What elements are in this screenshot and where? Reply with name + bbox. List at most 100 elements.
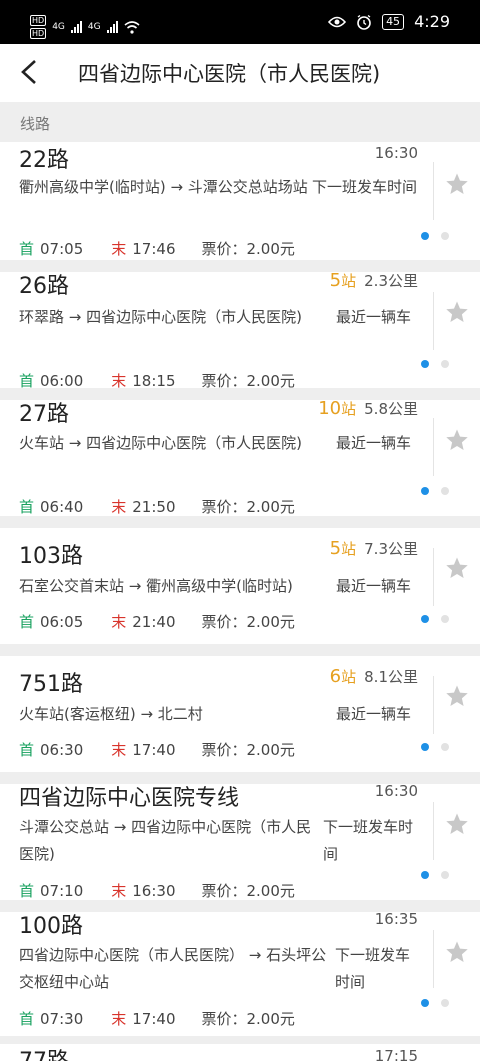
- route-card[interactable]: 103路 5站 7.3公里 石室公交首末站 → 衢州高级中学(临时站) 最近一辆车…: [0, 528, 480, 644]
- page-indicator: [421, 999, 449, 1007]
- route-meta: 16:30: [375, 144, 418, 162]
- section-header: 线路: [0, 102, 480, 142]
- battery-icon: 45: [382, 13, 405, 30]
- route-meta: 5站 7.3公里: [330, 538, 418, 559]
- page-indicator: [421, 871, 449, 879]
- route-card[interactable]: 27路 10站 5.8公里 火车站 → 四省边际中心医院（市人民医院) 最近一辆车…: [0, 398, 480, 516]
- route-status: 最近一辆车: [336, 434, 412, 452]
- stops-unit: 站: [341, 540, 357, 558]
- first-label: 首: [19, 613, 35, 631]
- divider: [433, 802, 434, 860]
- route-path: 衢州高级中学(临时站) → 斗潭公交总站场站: [19, 178, 308, 196]
- last-label: 末: [111, 498, 127, 516]
- route-card[interactable]: 77路 17:15: [0, 1044, 480, 1061]
- distance: 2.3公里: [364, 272, 418, 290]
- wifi-icon: [124, 20, 140, 34]
- star-icon[interactable]: [445, 300, 469, 324]
- route-times: 首 07:10 末 16:30 票价：2.00元: [19, 880, 295, 901]
- route-card[interactable]: 100路 16:35 四省边际中心医院（市人民医院） → 石头坪公交枢纽中心站 …: [0, 910, 480, 1036]
- route-name: 103路: [19, 544, 83, 569]
- fare: 票价：2.00元: [201, 613, 295, 631]
- stops-count: 5: [329, 538, 342, 559]
- last-bus-time: 17:40: [132, 1010, 176, 1028]
- first-label: 首: [19, 741, 35, 759]
- last-label: 末: [111, 240, 127, 258]
- star-icon[interactable]: [445, 428, 469, 452]
- fare: 票价：2.00元: [201, 498, 295, 516]
- route-card[interactable]: 26路 5站 2.3公里 环翠路 → 四省边际中心医院（市人民医院) 最近一辆车 …: [0, 270, 480, 390]
- first-label: 首: [19, 498, 35, 516]
- network-label-2: 4G: [87, 22, 101, 32]
- stops-count: 5: [329, 270, 342, 291]
- card-separator: [0, 516, 480, 528]
- first-label: 首: [19, 1010, 35, 1028]
- route-meta: 5站 2.3公里: [330, 270, 418, 291]
- last-label: 末: [111, 741, 127, 759]
- page-indicator: [421, 487, 449, 495]
- hd-indicator: HD HD: [30, 15, 47, 39]
- fare: 票价：2.00元: [201, 1010, 295, 1028]
- route-times: 首 07:30 末 17:40 票价：2.00元: [19, 1008, 295, 1029]
- section-label: 线路: [20, 115, 51, 133]
- star-icon[interactable]: [445, 172, 469, 196]
- last-bus-time: 21:50: [132, 498, 176, 516]
- divider: [433, 292, 434, 350]
- network-label-1: 4G: [52, 22, 65, 32]
- route-path: 四省边际中心医院（市人民医院） → 石头坪公交枢纽中心站: [19, 946, 327, 991]
- last-label: 末: [111, 1010, 127, 1028]
- divider: [433, 930, 434, 988]
- departure-time: 17:15: [374, 1047, 418, 1061]
- chevron-left-icon[interactable]: [14, 56, 46, 88]
- departure-time: 16:35: [374, 910, 418, 928]
- route-path: 环翠路 → 四省边际中心医院（市人民医院): [19, 308, 302, 326]
- last-bus-time: 16:30: [132, 882, 176, 900]
- route-meta: 16:30: [375, 782, 418, 800]
- signal-icon: [106, 21, 118, 33]
- divider: [433, 162, 434, 220]
- route-card[interactable]: 22路 16:30 衢州高级中学(临时站) → 斗潭公交总站场站 下一班发车时间…: [0, 142, 480, 260]
- last-bus-time: 17:40: [132, 741, 176, 759]
- app-header: 四省边际中心医院（市人民医院): [0, 44, 480, 102]
- stops-unit: 站: [341, 400, 357, 418]
- route-name: 77路: [19, 1044, 69, 1061]
- divider: [433, 548, 434, 606]
- route-path: 石室公交首末站 → 衢州高级中学(临时站): [19, 577, 293, 595]
- route-name: 751路: [19, 672, 83, 697]
- page-title: 四省边际中心医院（市人民医院): [78, 62, 381, 86]
- first-label: 首: [19, 240, 35, 258]
- route-status: 最近一辆车: [336, 308, 412, 326]
- route-times: 首 07:05 末 17:46 票价：2.00元: [19, 238, 295, 259]
- star-icon[interactable]: [445, 684, 469, 708]
- stops-count: 6: [329, 666, 342, 687]
- fare: 票价：2.00元: [201, 741, 295, 759]
- route-path: 火车站 → 四省边际中心医院（市人民医院): [19, 434, 302, 452]
- route-name: 26路: [19, 274, 69, 299]
- divider: [433, 676, 434, 734]
- last-bus-time: 21:40: [132, 613, 176, 631]
- eye-icon: [328, 16, 347, 27]
- route-card[interactable]: 751路 6站 8.1公里 火车站(客运枢纽) → 北二村 最近一辆车 首 06:3…: [0, 656, 480, 772]
- alarm-icon: [357, 14, 371, 30]
- clock: 4:29: [414, 12, 450, 31]
- page-indicator: [421, 743, 449, 751]
- first-bus-time: 06:40: [40, 498, 84, 516]
- page-indicator: [421, 360, 449, 368]
- route-path: 火车站(客运枢纽) → 北二村: [19, 705, 203, 723]
- route-card[interactable]: 四省边际中心医院专线 16:30 斗潭公交总站 → 四省边际中心医院（市人民医院…: [0, 782, 480, 901]
- first-bus-time: 06:05: [40, 613, 84, 631]
- distance: 5.8公里: [364, 400, 418, 418]
- stops-unit: 站: [341, 668, 357, 686]
- route-meta: 16:35: [375, 910, 418, 928]
- route-meta: 10站 5.8公里: [318, 398, 418, 419]
- last-label: 末: [111, 613, 127, 631]
- star-icon[interactable]: [445, 812, 469, 836]
- route-meta: 17:15: [375, 1047, 418, 1061]
- route-meta: 6站 8.1公里: [330, 666, 418, 687]
- page-indicator: [421, 615, 449, 623]
- signal-icon: [70, 21, 82, 33]
- star-icon[interactable]: [445, 556, 469, 580]
- star-icon[interactable]: [445, 940, 469, 964]
- route-status: 最近一辆车: [336, 577, 412, 595]
- divider: [433, 418, 434, 476]
- departure-time: 16:30: [374, 144, 418, 162]
